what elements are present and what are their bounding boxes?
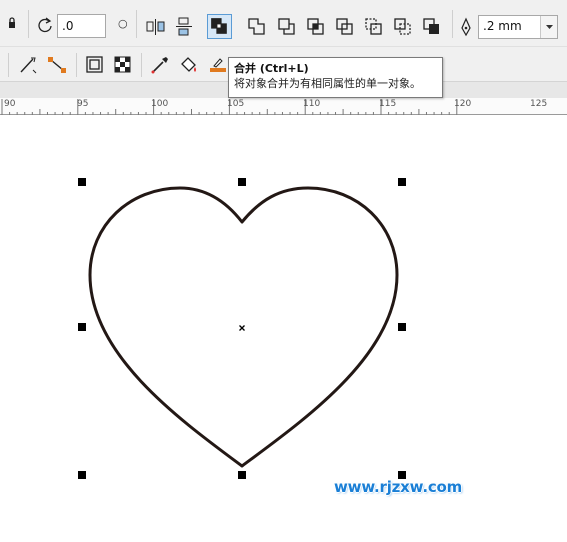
back-minus-front-icon[interactable] [392, 16, 414, 38]
trim-icon[interactable] [276, 16, 298, 38]
degree-icon: ○ [118, 17, 128, 30]
lock-ratio-icon[interactable] [5, 16, 19, 30]
tooltip-title: 合并 (Ctrl+L) [234, 62, 309, 75]
horizontal-ruler[interactable]: 90 95 100 105 110 115 120 125 [0, 98, 567, 115]
selection-handle-top-right[interactable] [398, 178, 406, 186]
ruler-label: 110 [303, 99, 321, 109]
tooltip-description: 将对象合并为有相同属性的单一对象。 [234, 77, 421, 90]
separator [8, 53, 9, 77]
mirror-vertical-icon[interactable] [173, 16, 195, 38]
separator [452, 10, 453, 38]
outline-width-select[interactable]: .2 mm [478, 15, 558, 39]
selection-handle-left[interactable] [78, 323, 86, 331]
selection-handle-right[interactable] [398, 323, 406, 331]
property-bar: ○ [0, 0, 567, 46]
ruler-label: 115 [379, 99, 397, 109]
dimension-line-icon[interactable] [17, 54, 39, 76]
separator [136, 10, 137, 38]
selection-handle-top[interactable] [238, 178, 246, 186]
eyedropper-icon[interactable] [149, 54, 171, 76]
transparency-icon[interactable] [112, 54, 134, 76]
app-window: ○ [0, 0, 567, 542]
ruler-label: 95 [77, 99, 89, 109]
intersect-icon[interactable] [305, 16, 327, 38]
simplify-icon[interactable] [334, 16, 356, 38]
connector-icon[interactable] [46, 54, 68, 76]
rotate-icon [36, 16, 54, 34]
watermark: www.rjzxw.com [334, 478, 463, 496]
separator [141, 53, 142, 77]
ruler-label: 125 [530, 99, 548, 109]
weld-icon[interactable] [246, 16, 268, 38]
frame-icon[interactable] [84, 54, 106, 76]
center-marker[interactable] [239, 325, 245, 331]
selection-handle-bottom[interactable] [238, 471, 246, 479]
pen-nib-icon [458, 16, 474, 38]
selection-handle-top-left[interactable] [78, 178, 86, 186]
separator [28, 10, 29, 38]
ruler-label: 105 [227, 99, 245, 109]
ruler-label: 90 [4, 99, 16, 109]
ruler-label: 100 [151, 99, 169, 109]
combine-tooltip: 合并 (Ctrl+L) 将对象合并为有相同属性的单一对象。 [228, 57, 443, 98]
combine-button[interactable] [207, 14, 232, 39]
paint-bucket-icon[interactable] [178, 54, 200, 76]
rotation-angle-input[interactable] [57, 14, 106, 38]
create-boundary-icon[interactable] [421, 16, 443, 38]
outline-width-value: .2 mm [483, 19, 522, 33]
front-minus-back-icon[interactable] [363, 16, 385, 38]
separator [76, 53, 77, 77]
chevron-down-icon[interactable] [540, 16, 557, 38]
mirror-horizontal-icon[interactable] [145, 16, 167, 38]
selection-handle-bottom-left[interactable] [78, 471, 86, 479]
attributes-icon[interactable] [207, 54, 229, 76]
ruler-label: 120 [454, 99, 472, 109]
